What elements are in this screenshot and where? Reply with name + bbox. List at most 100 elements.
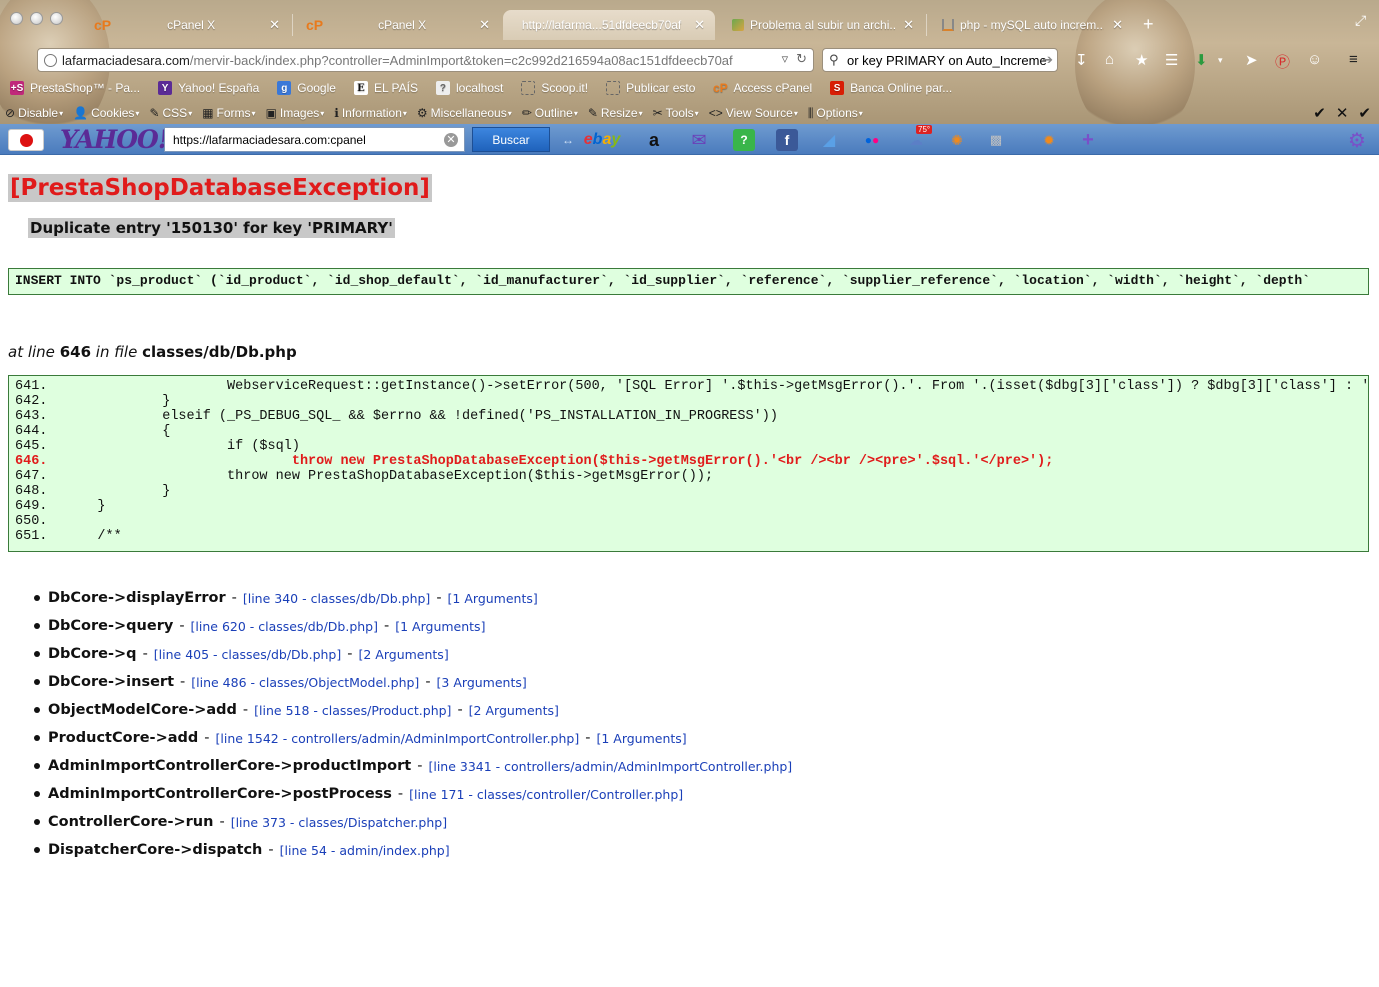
mail-icon[interactable]: ✉	[688, 129, 710, 151]
bookmark-prestashop[interactable]: +S PrestaShop™ - Pa...	[10, 81, 140, 95]
pinterest-icon[interactable]: Ⓟ	[1275, 51, 1290, 72]
devbar-view-source-menu[interactable]: <> View Source ▾	[709, 106, 798, 120]
news-icon[interactable]: ▩	[985, 129, 1007, 151]
stack-trace-item: DbCore->query - [line 620 - classes/db/Db.…	[34, 612, 792, 640]
fullscreen-icon[interactable]: ⤢	[1355, 12, 1366, 29]
bullet-icon	[34, 679, 40, 685]
tab-active-lafarmacia[interactable]: http://lafarma...51dfdeecb70af ✕	[503, 10, 715, 40]
trace-location-link[interactable]: [line 620 - classes/db/Db.php]	[191, 619, 378, 634]
finance-chart-icon[interactable]: ◢	[818, 129, 840, 151]
window-zoom-button[interactable]	[50, 12, 63, 25]
checkmark-icon[interactable]: ✔	[1313, 104, 1326, 122]
stack-trace-item: DbCore->insert - [line 486 - classes/Objec…	[34, 668, 792, 696]
search-input[interactable]: ⚲ or key PRIMARY on Auto_Increme ➔	[822, 48, 1058, 72]
trace-arguments-link[interactable]: [1 Arguments]	[596, 731, 686, 746]
smiley-icon[interactable]: ☺	[1307, 51, 1322, 68]
add-icon[interactable]: +	[1077, 129, 1099, 151]
menu-icon[interactable]: ≡	[1349, 51, 1358, 68]
trace-location-link[interactable]: [line 486 - classes/ObjectModel.php]	[191, 675, 419, 690]
trace-location-link[interactable]: [line 405 - classes/db/Db.php]	[154, 647, 341, 662]
separator: -	[180, 674, 186, 690]
devbar-images-menu[interactable]: ▣ Images ▾	[266, 106, 325, 120]
tab-close-icon[interactable]: ✕	[479, 17, 490, 33]
reading-list-icon[interactable]: ☰	[1165, 51, 1178, 69]
address-bar[interactable]: lafarmaciadesara.com/mervir-back/index.p…	[37, 48, 814, 72]
bookmark-localhost[interactable]: ? localhost	[435, 81, 503, 95]
tab-close-icon[interactable]: ✕	[694, 17, 705, 33]
flickr-icon[interactable]: ● ●	[861, 129, 883, 151]
line-number: 642.	[15, 394, 48, 409]
trace-arguments-link[interactable]: [2 Arguments]	[358, 647, 448, 662]
trace-location-link[interactable]: [line 1542 - controllers/admin/AdminImpo…	[216, 731, 580, 746]
search-go-icon[interactable]: ➔	[1042, 52, 1053, 68]
tab-php-mysql[interactable]: php - mySQL auto increm... ✕	[928, 10, 1133, 40]
facebook-icon[interactable]: f	[776, 129, 798, 151]
tab-cpanel-1[interactable]: cP cPanel X ✕	[80, 10, 290, 40]
tab-problema-subir[interactable]: Problema al subir un archi... ✕	[718, 10, 924, 40]
close-icon[interactable]: ✕	[1336, 104, 1349, 122]
window-minimize-button[interactable]	[30, 12, 43, 25]
devbar-outline-menu[interactable]: ✏ Outline ▾	[522, 106, 578, 120]
devbar-label: Resize	[600, 106, 638, 120]
bookmark-banca-online[interactable]: S Banca Online par...	[830, 81, 952, 95]
tab-bar: cP cPanel X ✕ cP cPanel X ✕ http://lafar…	[0, 6, 1379, 40]
tab-cpanel-2[interactable]: cP cPanel X ✕	[292, 10, 500, 40]
games-icon[interactable]: ✺	[946, 129, 968, 151]
bookmark-publicar[interactable]: Publicar esto	[606, 81, 695, 95]
devbar-disable-menu[interactable]: ⊘ Disable ▾	[5, 106, 63, 120]
bookmark-access-cpanel[interactable]: cP Access cPanel	[713, 81, 812, 95]
trace-arguments-link[interactable]: [1 Arguments]	[395, 619, 485, 634]
japan-flag-icon[interactable]	[8, 129, 44, 151]
new-tab-button[interactable]: +	[1143, 14, 1154, 35]
separator: -	[204, 730, 210, 746]
separator: -	[142, 646, 148, 662]
bookmark-scoopit[interactable]: Scoop.it!	[521, 81, 588, 95]
trace-arguments-link[interactable]: [1 Arguments]	[448, 591, 538, 606]
settings-sun-icon[interactable]: ✹	[1038, 129, 1060, 151]
line-number: 649.	[15, 499, 48, 514]
checkmark-icon[interactable]: ✔	[1358, 104, 1371, 122]
trace-location-link[interactable]: [line 3341 - controllers/admin/AdminImpo…	[428, 759, 792, 774]
yahoo-search-button[interactable]: Buscar	[472, 127, 550, 152]
tab-close-icon[interactable]: ✕	[903, 17, 914, 33]
trace-location-link[interactable]: [line 373 - classes/Dispatcher.php]	[231, 815, 447, 830]
window-close-button[interactable]	[10, 12, 23, 25]
bullet-icon	[34, 651, 40, 657]
line-number: 643.	[15, 409, 48, 424]
gear-icon[interactable]: ⚙	[1346, 129, 1368, 152]
tab-close-icon[interactable]: ✕	[1112, 17, 1123, 33]
dropdown-arrow-icon[interactable]: ▿	[782, 51, 789, 67]
amazon-icon[interactable]: a	[643, 129, 665, 151]
ebay-icon[interactable]: ebay	[584, 129, 621, 151]
devbar-css-menu[interactable]: ✎ CSS ▾	[149, 106, 192, 120]
devbar-options-menu[interactable]: ⫼ Options ▾	[808, 106, 863, 121]
bookmark-icon[interactable]: ★	[1135, 51, 1148, 69]
devbar-information-menu[interactable]: ℹ Information ▾	[334, 106, 407, 120]
bookmark-yahoo[interactable]: Y Yahoo! España	[158, 81, 259, 95]
devbar-miscellaneous-menu[interactable]: ⚙ Miscellaneous ▾	[417, 106, 512, 120]
trace-arguments-link[interactable]: [2 Arguments]	[469, 703, 559, 718]
bookmark-elpais[interactable]: E EL PAÍS	[353, 81, 418, 95]
trace-location-link[interactable]: [line 171 - classes/controller/Controlle…	[409, 787, 683, 802]
trace-arguments-link[interactable]: [3 Arguments]	[437, 675, 527, 690]
devbar-forms-menu[interactable]: ▦ Forms ▾	[202, 106, 255, 120]
trace-location-link[interactable]: [line 340 - classes/db/Db.php]	[243, 591, 430, 606]
yahoo-logo[interactable]: YAHOO!	[60, 125, 169, 154]
devbar-resize-menu[interactable]: ✎ Resize ▾	[588, 106, 643, 120]
yahoo-search-input[interactable]: https://lafarmaciadesara.com:cpanel ✕	[164, 127, 465, 152]
reload-icon[interactable]: ↻	[796, 51, 807, 67]
answers-icon[interactable]: ?	[733, 129, 755, 151]
trace-location-link[interactable]: [line 518 - classes/Product.php]	[254, 703, 451, 718]
clear-icon[interactable]: ✕	[444, 133, 458, 147]
tab-close-icon[interactable]: ✕	[269, 17, 280, 33]
bookmark-google[interactable]: g Google	[277, 81, 336, 95]
chevron-down-icon[interactable]: ▾	[1218, 55, 1223, 66]
download-icon[interactable]: ↧	[1075, 51, 1088, 69]
send-icon[interactable]: ➤	[1245, 51, 1258, 69]
css-icon: ✎	[149, 106, 160, 120]
devbar-cookies-menu[interactable]: 👤 Cookies ▾	[73, 106, 139, 120]
home-icon[interactable]: ⌂	[1105, 51, 1114, 68]
devbar-tools-menu[interactable]: ✂ Tools ▾	[653, 106, 699, 120]
trace-location-link[interactable]: [line 54 - admin/index.php]	[280, 843, 450, 858]
addon-green-icon[interactable]: ⬇	[1195, 51, 1208, 69]
